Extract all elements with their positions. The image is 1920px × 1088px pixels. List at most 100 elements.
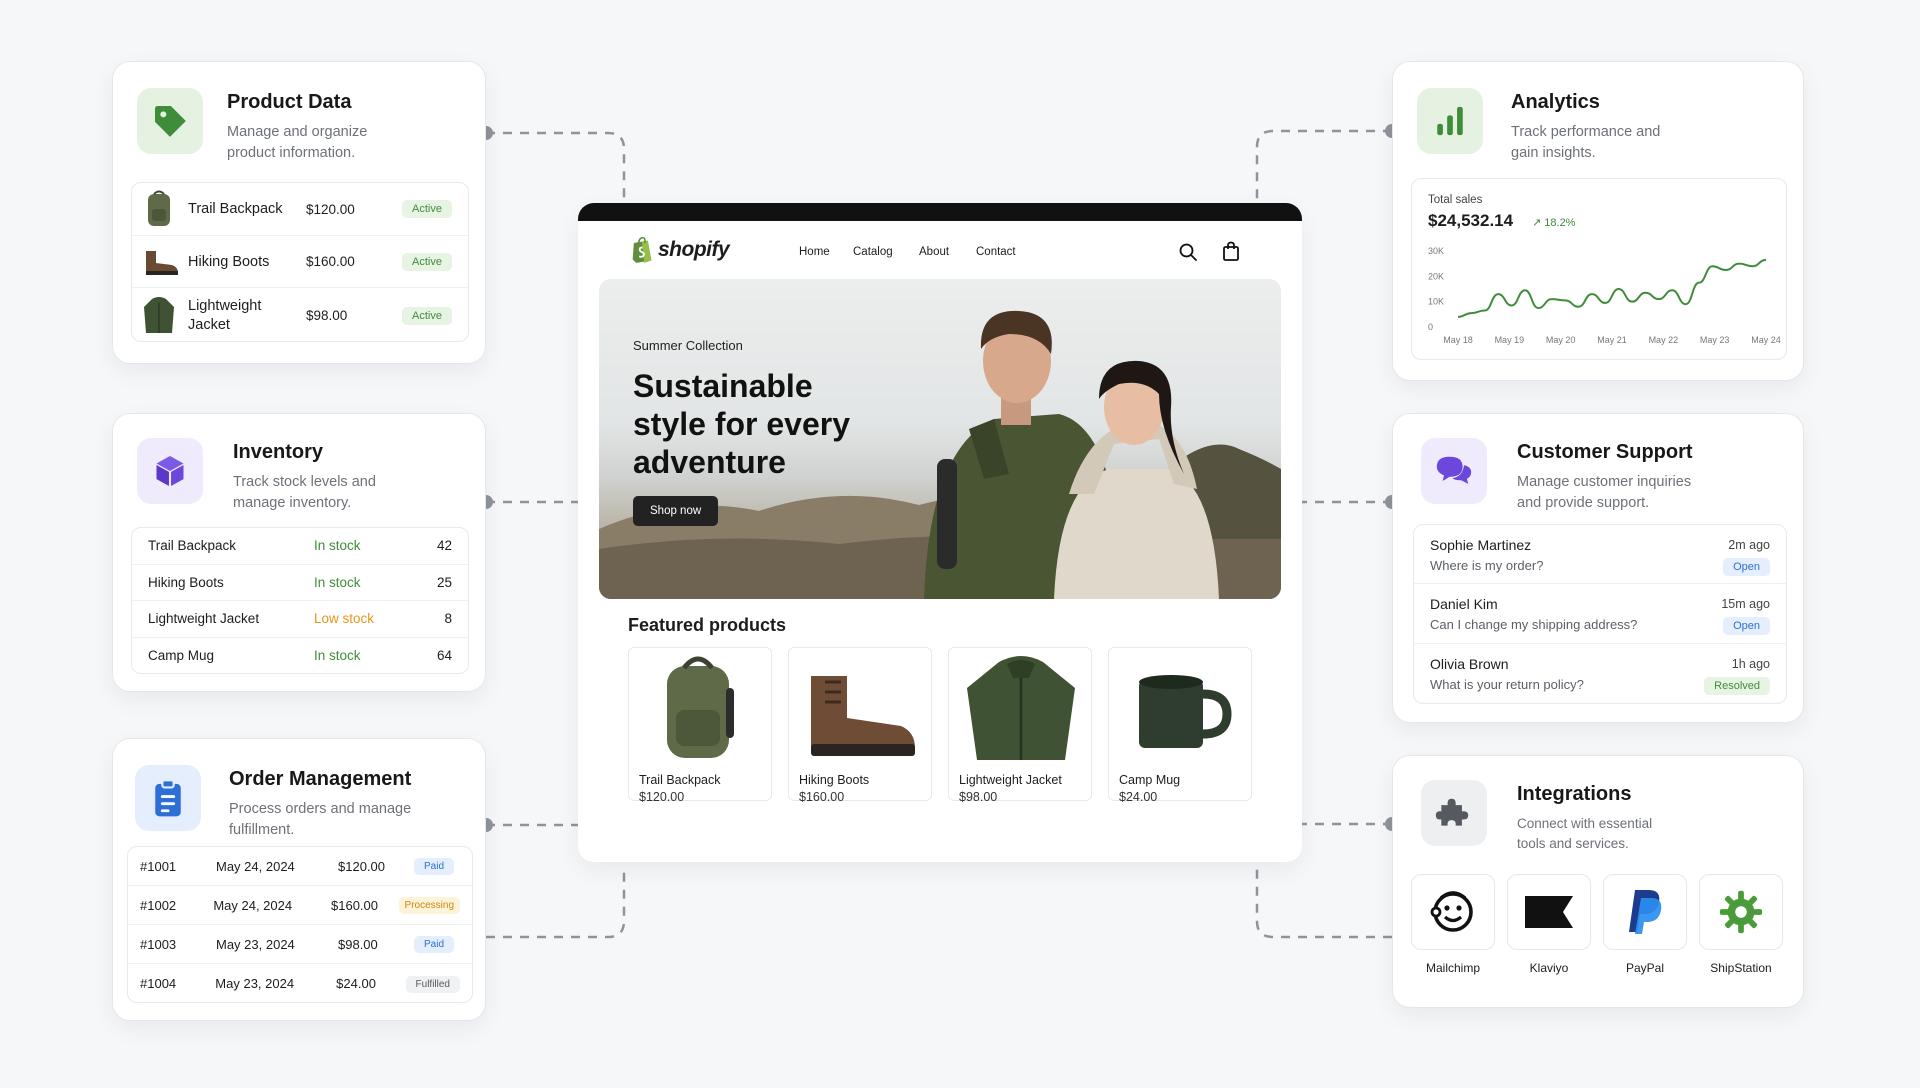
card-description: Track stock levels and manage inventory. [233,474,376,511]
x-tick-label: May 18 [1443,335,1473,345]
x-tick-label: May 24 [1751,335,1781,345]
box-icon [137,438,203,504]
card-title: Integrations [1517,783,1632,805]
bar-chart-icon [1417,88,1483,154]
analytics-card: Analytics Track performance and gain ins… [1392,61,1804,381]
product-price: $24.00 [1119,790,1158,804]
card-title: Customer Support [1517,441,1693,463]
card-title: Product Data [227,91,352,113]
clipboard-icon [135,765,201,831]
jacket-thumbnail [144,296,174,333]
order-id: #1004 [140,976,177,991]
y-tick-label: 10K [1428,297,1444,307]
nav-link-about[interactable]: About [919,246,949,258]
status-badge: Active [402,252,452,271]
table-row[interactable]: Lightweight Jacket Low stock 8 [132,601,468,638]
klaviyo-icon [1525,896,1573,928]
product-list: Trail Backpack $120.00 Active Hiking Boo… [131,182,469,342]
table-row[interactable]: #1003 May 23, 2024 $98.00 Paid [128,925,472,964]
store-header: shopify Home Catalog About Contact [578,221,1302,279]
card-description: Process orders and manage fulfillment. [229,801,412,838]
integration-tile-paypal[interactable] [1603,874,1687,950]
table-row[interactable]: Hiking Boots In stock 25 [132,565,468,601]
stock-qty: 42 [436,538,452,554]
table-row[interactable]: #1001 May 24, 2024 $120.00 Paid [128,847,472,886]
card-title: Order Management [229,768,412,790]
order-date: May 23, 2024 [215,976,295,991]
card-description: Connect with essential tools and service… [1517,816,1653,851]
product-name: Hiking Boots [188,253,270,270]
jacket-image [967,656,1075,760]
integration-tile-mailchimp[interactable] [1411,874,1495,950]
status-badge: Paid [413,936,454,953]
product-card[interactable]: Lightweight Jacket $98.00 [948,647,1092,804]
x-tick-label: May 23 [1700,335,1730,345]
list-item[interactable]: Hiking Boots $160.00 Active [132,236,468,288]
table-row[interactable]: #1004 May 23, 2024 $24.00 Fulfilled [128,964,472,1002]
status-badge: Active [402,306,452,325]
ticket-list: Sophie Martinez Where is my order? 2m ag… [1413,524,1787,704]
table-row[interactable]: Camp Mug In stock 64 [132,638,468,674]
table-row[interactable]: #1002 May 24, 2024 $160.00 Processing [128,886,472,925]
order-date: May 24, 2024 [216,858,295,874]
hero-title: Sustainable style for every adventure [633,368,851,480]
integration-tile-klaviyo[interactable] [1507,874,1591,950]
puzzle-icon [1421,780,1487,846]
stock-status: Low stock [314,611,375,627]
status-badge: Paid [413,858,454,875]
mailchimp-icon [1430,891,1473,932]
product-card[interactable]: Trail Backpack $120.00 [628,647,772,804]
stock-qty: 8 [444,611,452,627]
integration-label: Klaviyo [1529,961,1569,975]
card-title: Analytics [1511,91,1600,113]
backpack-image [667,656,734,758]
hero-eyebrow: Summer Collection [633,338,743,353]
card-description: Manage customer inquiries and provide su… [1517,474,1692,511]
browser-top-bar [578,203,1302,221]
nav-link-home[interactable]: Home [799,246,830,258]
status-badge: Open [1723,617,1770,635]
order-management-card: Order Management Process orders and mana… [112,738,486,1021]
cart-bag-icon[interactable] [1222,241,1240,261]
ticket-item[interactable]: Olivia Brown What is your return policy?… [1414,644,1786,703]
card-description: Track performance and gain insights. [1511,124,1661,161]
item-name: Hiking Boots [148,574,224,590]
product-price: $160.00 [306,254,355,269]
status-badge: Resolved [1704,677,1770,695]
search-icon[interactable] [1178,242,1198,262]
list-item[interactable]: Lightweight Jacket $98.00 Active [132,288,468,341]
order-date: May 23, 2024 [216,936,295,952]
nav-link-contact[interactable]: Contact [976,246,1016,258]
brand-logo[interactable]: shopify [630,236,730,264]
x-tick-label: May 20 [1546,335,1576,345]
integration-tile-shipstation[interactable] [1699,874,1783,950]
shop-now-button[interactable]: Shop now [633,496,719,526]
y-tick-label: 0 [1428,322,1433,332]
table-row[interactable]: Trail Backpack In stock 42 [132,528,468,565]
order-id: #1003 [140,936,177,952]
nav-link-catalog[interactable]: Catalog [853,246,893,258]
status-badge: Processing [398,897,460,914]
product-name: Camp Mug [1119,773,1181,787]
list-item[interactable]: Trail Backpack $120.00 Active [132,183,468,236]
sales-chart-panel: Total sales $24,532.14 ↗ 18.2% 30K 20K 10K… [1411,178,1787,360]
ticket-time: 2m ago [1728,538,1770,552]
x-tick-label: May 22 [1649,335,1679,345]
card-title: Inventory [233,441,324,463]
x-tick-label: May 21 [1597,335,1627,345]
orders-table: #1001 May 24, 2024 $120.00 Paid #1002 Ma… [127,846,473,1003]
product-card[interactable]: Camp Mug $24.00 [1108,647,1252,804]
ticket-message: What is your return policy? [1430,677,1584,692]
ticket-item[interactable]: Daniel Kim Can I change my shipping addr… [1414,584,1786,644]
ticket-item[interactable]: Sophie Martinez Where is my order? 2m ag… [1414,525,1786,584]
featured-title: Featured products [628,615,787,635]
product-card[interactable]: Hiking Boots $160.00 [788,647,932,804]
status-badge: Fulfilled [405,975,460,993]
product-price: $98.00 [959,790,998,804]
y-tick-label: 20K [1428,271,1444,281]
card-description: Manage and organize product information. [227,124,368,161]
ticket-message: Can I change my shipping address? [1430,617,1638,632]
product-name: Trail Backpack [188,201,283,217]
sales-line-chart: 30K 20K 10K 0 May 18 May 19 May 20 May 21 May 22… [1428,246,1781,345]
hero-banner: Summer Collection Sustainable style for … [599,279,1281,599]
